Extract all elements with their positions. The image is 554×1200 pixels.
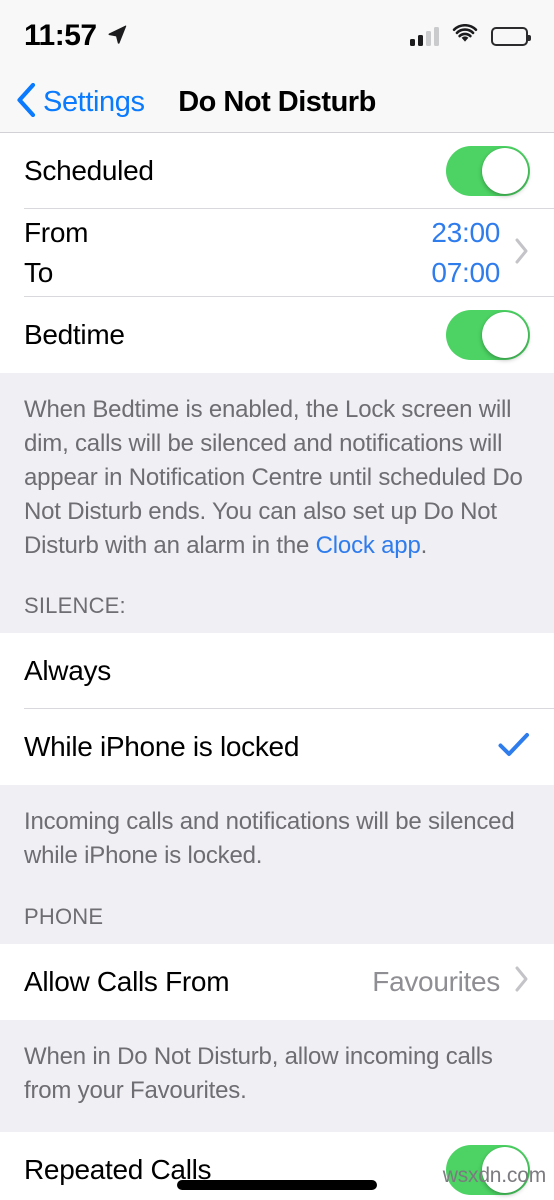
bedtime-footnote-text: When Bedtime is enabled, the Lock screen…	[24, 396, 523, 560]
row-silence-always[interactable]: Always	[0, 633, 554, 710]
wifi-icon	[452, 23, 478, 48]
bedtime-footnote: When Bedtime is enabled, the Lock screen…	[0, 373, 554, 588]
silence-section-header: SILENCE:	[0, 587, 554, 634]
allow-calls-right: Favourites	[372, 965, 530, 998]
silence-footnote: Incoming calls and notifications will be…	[0, 785, 554, 898]
group-schedule: Scheduled From To 23:00 07:00 Bedtime	[0, 133, 554, 373]
row-allow-calls-from[interactable]: Allow Calls From Favourites	[0, 943, 554, 1020]
row-bedtime-label: Bedtime	[24, 319, 125, 350]
status-bar-right	[410, 23, 531, 48]
chevron-left-icon	[16, 82, 36, 122]
schedule-time-labels: From To	[24, 215, 431, 292]
silence-while-locked-label: While iPhone is locked	[24, 731, 300, 763]
status-bar: 11:57	[0, 0, 554, 72]
home-indicator[interactable]	[177, 1180, 377, 1190]
iphone-screen: 11:57 Settings Do Not Disturb Scheduled …	[0, 0, 554, 1200]
chevron-right-icon	[514, 965, 530, 998]
row-bedtime[interactable]: Bedtime	[0, 297, 554, 373]
bedtime-toggle[interactable]	[446, 310, 530, 360]
row-silence-while-locked[interactable]: While iPhone is locked	[0, 709, 554, 786]
status-bar-left: 11:57	[24, 19, 128, 53]
status-bar-clock: 11:57	[24, 19, 97, 52]
row-scheduled-label: Scheduled	[24, 155, 154, 186]
group-silence: Always While iPhone is locked	[0, 633, 554, 786]
allow-calls-label: Allow Calls From	[24, 965, 230, 997]
chevron-right-icon	[514, 237, 530, 270]
phone-section-header: PHONE	[0, 897, 554, 944]
from-value: 23:00	[431, 216, 500, 248]
battery-icon	[491, 26, 531, 46]
back-button[interactable]: Settings	[16, 82, 145, 122]
settings-list: Scheduled From To 23:00 07:00 Bedtime Wh…	[0, 133, 554, 1200]
phone-footnote: When in Do Not Disturb, allow incoming c…	[0, 1019, 554, 1132]
schedule-time-values: 23:00 07:00	[431, 215, 500, 292]
checkmark-icon	[498, 732, 530, 763]
from-label: From	[24, 216, 89, 248]
to-value: 07:00	[431, 257, 500, 288]
watermark: wsxdn.com	[442, 1164, 546, 1187]
silence-always-label: Always	[24, 655, 111, 687]
back-button-label: Settings	[43, 85, 145, 118]
scheduled-toggle[interactable]	[446, 146, 530, 196]
row-schedule-times[interactable]: From To 23:00 07:00	[0, 209, 554, 297]
clock-app-link[interactable]: Clock app	[316, 532, 421, 559]
allow-calls-value: Favourites	[372, 965, 500, 997]
cellular-signal-icon	[410, 26, 439, 46]
group-phone: Allow Calls From Favourites	[0, 943, 554, 1020]
to-label: To	[24, 257, 53, 288]
location-arrow-icon	[106, 23, 128, 50]
navigation-bar: Settings Do Not Disturb	[0, 72, 554, 133]
bedtime-footnote-period: .	[420, 532, 428, 560]
row-scheduled[interactable]: Scheduled	[0, 133, 554, 209]
